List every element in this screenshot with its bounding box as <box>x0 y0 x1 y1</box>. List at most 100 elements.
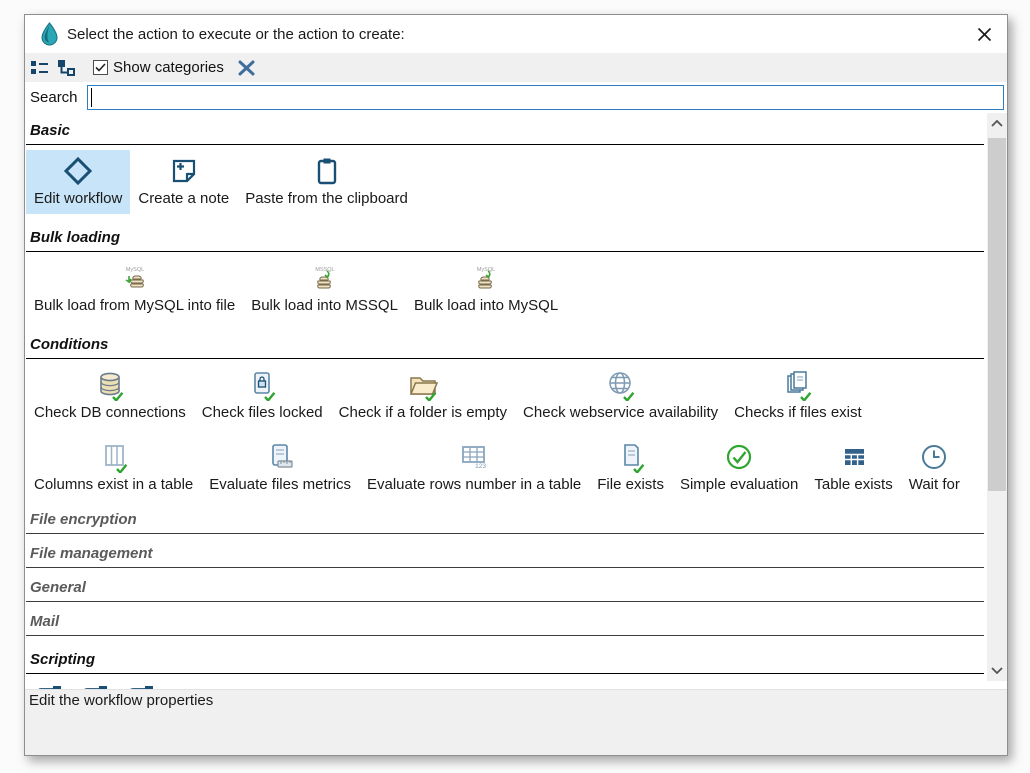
svg-text:MySQL: MySQL <box>477 267 495 273</box>
action-item[interactable]: Table exists <box>806 436 900 500</box>
action-item[interactable]: > <box>72 679 118 689</box>
category-section: Bulk loading MySQL Bulk load from MySQL i… <box>26 228 984 321</box>
category-section: General <box>26 578 984 602</box>
scrollbar-thumb[interactable] <box>988 138 1006 491</box>
category-section: Mail <box>26 612 984 636</box>
svg-text:MySQL: MySQL <box>125 267 143 273</box>
dialog-title: Select the action to execute or the acti… <box>67 26 405 43</box>
check-webservice-icon <box>605 369 637 401</box>
action-item[interactable]: Evaluate files metrics <box>201 436 359 500</box>
category-section: Scripting JS > SQL <box>26 650 984 689</box>
action-list[interactable]: Basic Edit workflow Create a note Paste … <box>25 113 1007 689</box>
category-rule <box>26 533 984 534</box>
action-item-label: File exists <box>597 475 664 495</box>
file-exists-icon <box>615 441 647 473</box>
simple-evaluation-icon <box>723 441 755 473</box>
category-header: Basic <box>26 121 984 141</box>
category-section: File encryption <box>26 510 984 534</box>
category-rule <box>26 358 984 359</box>
action-item[interactable]: File exists <box>589 436 672 500</box>
action-select-dialog: Select the action to execute or the acti… <box>24 14 1008 756</box>
action-item-label: Edit workflow <box>34 189 122 209</box>
action-item-label: Check if a folder is empty <box>339 403 507 423</box>
scroll-down-icon[interactable] <box>987 662 1007 679</box>
action-item-label: Columns exist in a table <box>34 475 193 495</box>
action-item[interactable]: JS <box>26 679 72 689</box>
category-items: Edit workflow Create a note Paste from t… <box>26 150 984 214</box>
show-categories-label: Show categories <box>113 59 224 76</box>
tree-view-icon[interactable] <box>56 59 75 76</box>
action-item[interactable]: Check webservice availability <box>515 364 726 428</box>
blue-x-icon[interactable] <box>237 59 256 76</box>
action-item[interactable]: MySQL Bulk load from MySQL into file <box>26 257 243 321</box>
evaluate-files-metrics-icon <box>264 441 296 473</box>
bulk-in-icon: MySQL <box>464 262 508 294</box>
title-bar: Select the action to execute or the acti… <box>25 15 1007 53</box>
columns-exist-icon <box>98 441 130 473</box>
category-header: Bulk loading <box>26 228 984 248</box>
action-item[interactable]: Edit workflow <box>26 150 130 214</box>
category-rule <box>26 601 984 602</box>
toolbar: Show categories <box>25 53 1007 82</box>
check-files-locked-icon <box>246 369 278 401</box>
category-header: Mail <box>26 612 984 632</box>
category-header: File encryption <box>26 510 984 530</box>
bulk-out-icon: MySQL <box>113 262 157 294</box>
text-caret <box>91 88 92 107</box>
action-item-label: Create a note <box>138 189 229 209</box>
category-rule <box>26 673 984 674</box>
search-input[interactable] <box>87 85 1004 110</box>
category-rule <box>26 251 984 252</box>
action-item-label: Evaluate rows number in a table <box>367 475 581 495</box>
search-row: Search <box>25 82 1007 113</box>
svg-text:MSSQL: MSSQL <box>315 267 334 273</box>
action-item[interactable]: Check DB connections <box>26 364 194 428</box>
scroll-up-icon[interactable] <box>987 115 1007 132</box>
category-section: Basic Edit workflow Create a note Paste … <box>26 121 984 214</box>
category-section: Conditions Check DB connections Check fi… <box>26 335 984 500</box>
checks-files-exist-icon <box>782 369 814 401</box>
paste-clipboard-icon <box>311 155 343 187</box>
hop-droplet-icon <box>39 22 59 46</box>
action-item[interactable]: 123 Evaluate rows number in a table <box>359 436 589 500</box>
evaluate-rows-number-icon: 123 <box>458 441 490 473</box>
action-item[interactable]: Create a note <box>130 150 237 214</box>
action-item[interactable]: Columns exist in a table <box>26 436 201 500</box>
svg-text:123: 123 <box>475 463 486 470</box>
action-item-label: Evaluate files metrics <box>209 475 351 495</box>
action-item-label: Simple evaluation <box>680 475 798 495</box>
action-item[interactable]: SQL <box>118 679 164 689</box>
action-item[interactable]: MySQL Bulk load into MySQL <box>406 257 566 321</box>
action-item-label: Table exists <box>814 475 892 495</box>
sql-script-icon: SQL <box>126 684 156 689</box>
action-item-label: Check webservice availability <box>523 403 718 423</box>
category-rule <box>26 567 984 568</box>
category-header: Scripting <box>26 650 984 670</box>
action-item[interactable]: Check if a folder is empty <box>331 364 515 428</box>
bulk-in-icon: MSSQL <box>303 262 347 294</box>
wait-for-icon <box>918 441 950 473</box>
table-exists-icon <box>838 441 870 473</box>
status-panel: Edit the workflow properties <box>25 689 1007 755</box>
action-item[interactable]: Paste from the clipboard <box>237 150 416 214</box>
action-item[interactable]: Checks if files exist <box>726 364 870 428</box>
action-item[interactable]: MSSQL Bulk load into MSSQL <box>243 257 406 321</box>
action-item[interactable]: Wait for <box>901 436 968 500</box>
action-item-label: Paste from the clipboard <box>245 189 408 209</box>
vertical-scrollbar[interactable] <box>987 113 1007 681</box>
category-items: MySQL Bulk load from MySQL into fileMSSQ… <box>26 257 984 321</box>
check-folder-empty-icon <box>407 369 439 401</box>
close-icon[interactable] <box>975 25 993 43</box>
action-item-label: Bulk load into MSSQL <box>251 296 398 316</box>
category-header: General <box>26 578 984 598</box>
list-view-icon[interactable] <box>30 59 49 76</box>
show-categories-checkbox[interactable]: Show categories <box>93 59 224 76</box>
category-section: File management <box>26 544 984 568</box>
action-item[interactable]: Check files locked <box>194 364 331 428</box>
action-item-label: Bulk load from MySQL into file <box>34 296 235 316</box>
action-item[interactable]: Simple evaluation <box>672 436 806 500</box>
action-item-label: Bulk load into MySQL <box>414 296 558 316</box>
action-item-label: Checks if files exist <box>734 403 862 423</box>
action-item-label: Wait for <box>909 475 960 495</box>
category-items: Check DB connections Check files locked … <box>26 364 984 500</box>
